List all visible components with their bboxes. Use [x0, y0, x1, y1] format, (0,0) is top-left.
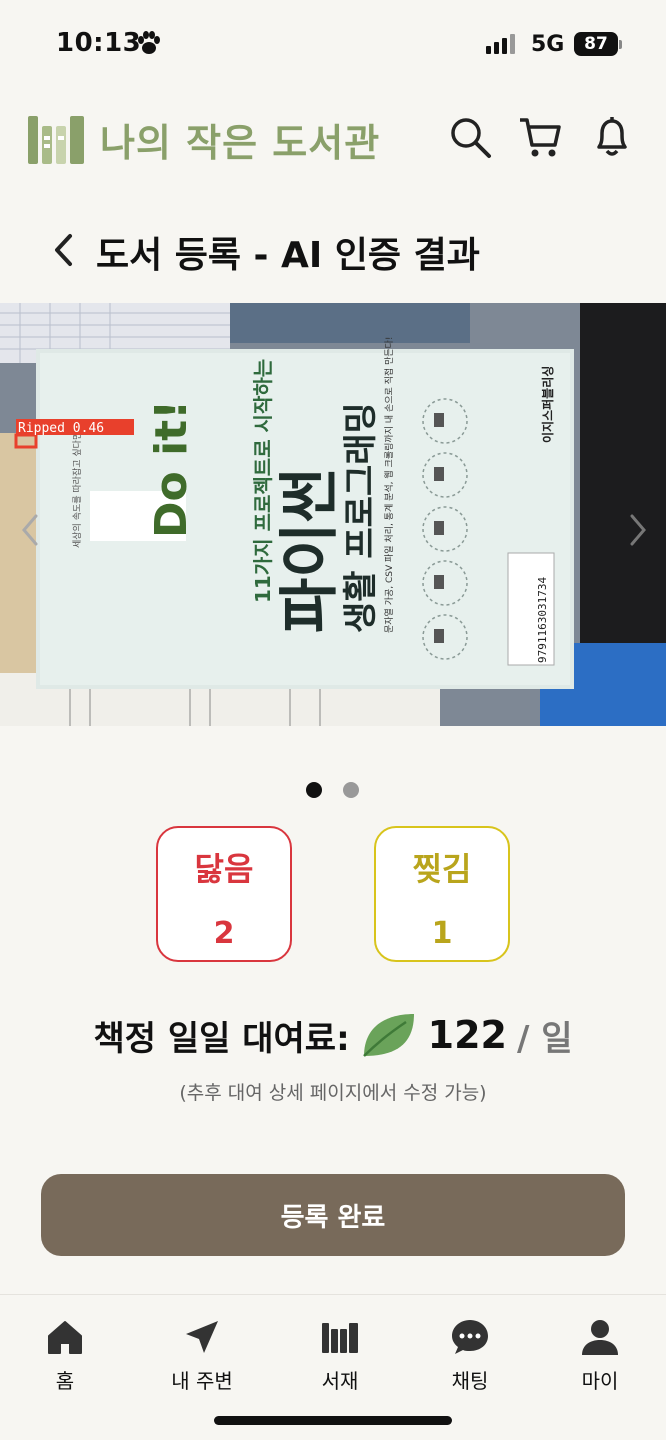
worn-card: 닳음 2 [156, 826, 292, 962]
nav-nearby-label: 내 주변 [171, 1369, 233, 1393]
fee-row: 책정 일일 대여료: 122 / 일 [0, 1010, 666, 1060]
status-time: 10:13 [56, 28, 142, 58]
bookshelf-icon [322, 1323, 358, 1353]
nav-home-label: 홈 [55, 1369, 75, 1393]
app-title: 나의 작은 도서관 [100, 121, 381, 165]
logo-icon [28, 116, 84, 164]
carousel-next-icon[interactable] [622, 510, 652, 550]
series-tagline: 세상의 속도를 따라잡고 싶다면 [71, 432, 83, 548]
fee-unit: / 일 [517, 1018, 573, 1059]
worn-value: 2 [213, 916, 235, 951]
home-indicator [214, 1416, 452, 1425]
battery-tip [619, 40, 622, 49]
location-arrow-icon [186, 1321, 218, 1353]
publisher-name: 이지스퍼블리싱 [540, 366, 555, 443]
person-icon [582, 1320, 618, 1355]
battery-icon: 87 [574, 32, 618, 56]
nav-library[interactable]: 서재 [280, 1317, 400, 1394]
isbn-number: 9791163031734 [536, 577, 549, 663]
book-photo-illustration: Do it! 세상의 속도를 따라잡고 싶다면 11가지 프로젝트로 시작하는 … [0, 303, 666, 726]
nav-nearby[interactable]: 내 주변 [142, 1317, 262, 1394]
bell-icon[interactable] [590, 115, 634, 159]
book-photo[interactable]: Do it! 세상의 속도를 따라잡고 싶다면 11가지 프로젝트로 시작하는 … [0, 303, 666, 726]
series-logo: Do it! [146, 400, 197, 538]
submit-button[interactable]: 등록 완료 [41, 1174, 625, 1256]
cart-icon[interactable] [518, 115, 562, 159]
network-type: 5G [531, 32, 565, 57]
signal-icon [486, 34, 515, 54]
nav-my-label: 마이 [581, 1369, 619, 1393]
search-icon[interactable] [448, 115, 492, 159]
carousel-prev-icon[interactable] [16, 510, 46, 550]
nav-my[interactable]: 마이 [540, 1317, 660, 1394]
page-title: 도서 등록 - AI 인증 결과 [96, 235, 480, 276]
carousel-dot-1[interactable] [306, 782, 322, 798]
book-subtitle: 11가지 프로젝트로 시작하는 [251, 359, 275, 603]
home-icon [48, 1321, 82, 1354]
fee-note: (추후 대여 상세 페이지에서 수정 가능) [179, 1082, 487, 1104]
book-caption: 문자열 가공, CSV 파일 처리, 통계 분석, 웹 크롤링까지 내 손으로 … [383, 336, 395, 633]
back-button[interactable] [48, 228, 84, 272]
detection-label: Ripped 0.46 [18, 421, 104, 436]
nav-chat-label: 채팅 [451, 1369, 489, 1393]
nav-library-label: 서재 [321, 1369, 359, 1393]
nav-chat[interactable]: 채팅 [410, 1317, 530, 1394]
book-title-1: 파이썬 [275, 467, 345, 633]
paw-icon [138, 31, 160, 54]
worn-label: 닳음 [194, 850, 254, 888]
carousel-dot-2[interactable] [343, 782, 359, 798]
fee-label: 책정 일일 대여료: [93, 1018, 350, 1059]
leaf-icon [362, 1014, 414, 1057]
book-title-2: 생활 프로그래밍 [341, 402, 381, 633]
chat-icon [452, 1320, 488, 1354]
fee-value: 122 [427, 1013, 507, 1057]
torn-value: 1 [431, 916, 453, 951]
torn-card: 찢김 1 [374, 826, 510, 962]
torn-label: 찢김 [412, 850, 472, 888]
nav-home[interactable]: 홈 [5, 1317, 125, 1394]
